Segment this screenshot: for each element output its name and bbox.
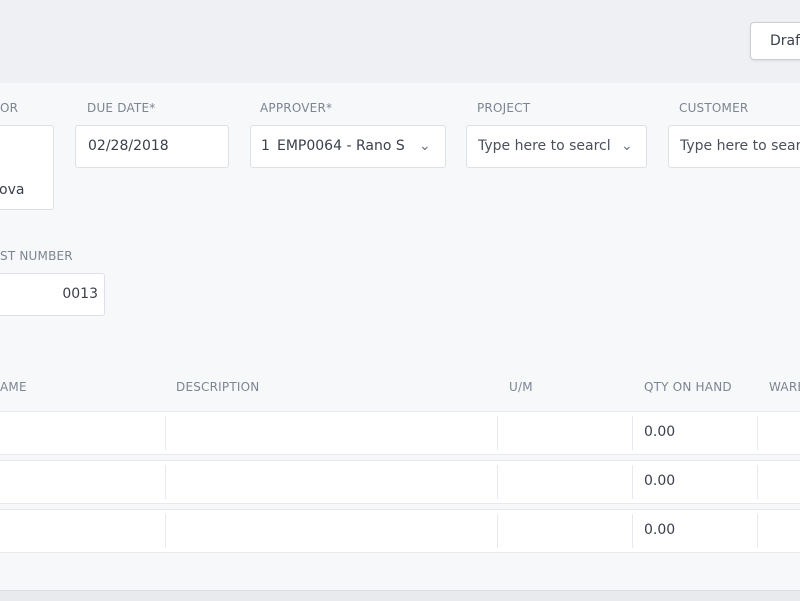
- cell-divider: [632, 416, 633, 450]
- cell-divider: [757, 514, 758, 548]
- column-header-name: AME: [0, 380, 27, 394]
- table-row[interactable]: 0.00: [0, 460, 800, 504]
- cell-divider: [497, 514, 498, 548]
- footer-bar: [0, 590, 800, 601]
- column-header-qty-on-hand: QTY ON HAND: [644, 380, 732, 394]
- column-header-um: U/M: [509, 380, 533, 394]
- cell-divider: [497, 465, 498, 499]
- qty-on-hand-value: 0.00: [644, 522, 676, 538]
- vendor-label: OR: [0, 101, 19, 115]
- customer-placeholder: Type here to sear: [680, 138, 800, 154]
- cell-divider: [165, 416, 166, 450]
- cell-divider: [632, 514, 633, 548]
- column-header-description: DESCRIPTION: [176, 380, 260, 394]
- vendor-value: ova: [0, 182, 25, 198]
- due-date-label: DUE DATE*: [87, 101, 156, 115]
- customer-label: CUSTOMER: [679, 101, 749, 115]
- qty-on-hand-value: 0.00: [644, 473, 676, 489]
- draft-button[interactable]: Draft: [750, 22, 800, 60]
- approver-label: APPROVER*: [260, 101, 333, 115]
- request-number-value: 0013: [62, 286, 98, 302]
- request-number-input[interactable]: 0013: [0, 273, 105, 316]
- chevron-down-icon[interactable]: ⌄: [621, 138, 633, 154]
- customer-select[interactable]: Type here to sear: [668, 125, 800, 168]
- cell-divider: [165, 465, 166, 499]
- due-date-input[interactable]: 02/28/2018: [75, 125, 229, 168]
- vendor-field[interactable]: ova: [0, 125, 54, 210]
- project-placeholder: Type here to searcl: [478, 138, 611, 154]
- project-label: PROJECT: [477, 101, 531, 115]
- cell-divider: [165, 514, 166, 548]
- approver-value: EMP0064 - Rano S: [277, 138, 405, 154]
- chevron-down-icon[interactable]: ⌄: [419, 138, 431, 154]
- approver-select[interactable]: 1 EMP0064 - Rano S ⌄: [250, 125, 446, 168]
- column-header-warehouse: WARE: [769, 380, 800, 394]
- request-number-label: ST NUMBER: [0, 249, 73, 263]
- cell-divider: [632, 465, 633, 499]
- cell-divider: [757, 465, 758, 499]
- approver-count: 1: [261, 138, 270, 154]
- table-row[interactable]: 0.00: [0, 509, 800, 553]
- qty-on-hand-value: 0.00: [644, 424, 676, 440]
- top-toolbar: Draft: [0, 0, 800, 83]
- table-row[interactable]: 0.00: [0, 411, 800, 455]
- cell-divider: [497, 416, 498, 450]
- cell-divider: [757, 416, 758, 450]
- due-date-value: 02/28/2018: [88, 138, 169, 154]
- project-select[interactable]: Type here to searcl ⌄: [466, 125, 647, 168]
